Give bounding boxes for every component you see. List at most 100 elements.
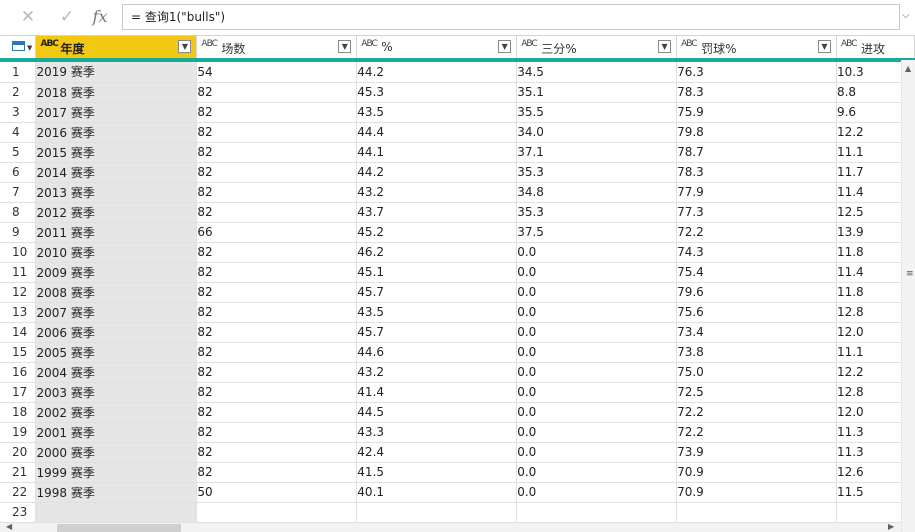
table-cell[interactable]: 73.9 — [676, 442, 837, 463]
table-cell[interactable]: 0.0 — [516, 282, 678, 303]
table-cell[interactable]: 82 — [196, 122, 358, 143]
table-row[interactable]: 22 1998 赛季 50 40.1 0.0 70.9 11.5 — [0, 482, 915, 503]
table-cell[interactable]: 43.7 — [356, 202, 518, 223]
table-cell[interactable]: 75.9 — [676, 102, 837, 123]
table-cell[interactable]: 35.5 — [516, 102, 678, 123]
column-header-1[interactable]: ABC 场数 ▼ — [196, 35, 358, 58]
table-cell[interactable]: 41.4 — [356, 382, 518, 403]
table-cell[interactable]: 74.3 — [676, 242, 837, 263]
table-row[interactable]: 11 2009 赛季 82 45.1 0.0 75.4 11.4 — [0, 262, 915, 283]
table-cell[interactable]: 2003 赛季 — [35, 382, 198, 403]
fx-icon[interactable]: fx — [90, 8, 110, 26]
table-cell[interactable]: 43.3 — [356, 422, 518, 443]
table-cell[interactable]: 0.0 — [516, 262, 678, 283]
table-cell[interactable]: 42.4 — [356, 442, 518, 463]
vertical-scrollbar[interactable]: ▲ ≡ — [901, 60, 915, 532]
table-cell[interactable]: 44.1 — [356, 142, 518, 163]
scroll-right-icon[interactable]: ▶ — [888, 522, 894, 531]
table-cell[interactable]: 1998 赛季 — [35, 482, 198, 503]
table-cell[interactable]: 78.3 — [676, 82, 837, 103]
table-cell[interactable]: 82 — [196, 142, 358, 163]
table-cell[interactable]: 44.4 — [356, 122, 518, 143]
filter-dropdown-icon[interactable]: ▼ — [338, 40, 352, 53]
table-cell[interactable]: 77.9 — [676, 182, 837, 203]
table-row[interactable]: 10 2010 赛季 82 46.2 0.0 74.3 11.8 — [0, 242, 915, 263]
table-row[interactable]: 7 2013 赛季 82 43.2 34.8 77.9 11.4 — [0, 182, 915, 203]
table-cell[interactable]: 2019 赛季 — [35, 62, 198, 83]
table-cell[interactable]: 34.5 — [516, 62, 678, 83]
table-cell[interactable]: 0.0 — [516, 382, 678, 403]
table-cell[interactable]: 79.6 — [676, 282, 837, 303]
table-cell[interactable]: 2017 赛季 — [35, 102, 198, 123]
table-cell[interactable]: 37.1 — [516, 142, 678, 163]
table-row[interactable]: 18 2002 赛季 82 44.5 0.0 72.2 12.0 — [0, 402, 915, 423]
table-cell[interactable]: 35.3 — [516, 162, 678, 183]
scroll-left-icon[interactable]: ◀ — [6, 522, 12, 531]
scroll-up-icon[interactable]: ▲ — [905, 64, 911, 73]
text-type-icon[interactable]: ABC — [681, 40, 698, 49]
table-cell[interactable]: 43.2 — [356, 182, 518, 203]
table-row[interactable]: 16 2004 赛季 82 43.2 0.0 75.0 12.2 — [0, 362, 915, 383]
table-cell[interactable]: 40.1 — [356, 482, 518, 503]
table-cell[interactable]: 78.3 — [676, 162, 837, 183]
table-cell[interactable]: 2015 赛季 — [35, 142, 198, 163]
table-row[interactable]: 3 2017 赛季 82 43.5 35.5 75.9 9.6 — [0, 102, 915, 123]
table-cell[interactable]: 43.2 — [356, 362, 518, 383]
table-cell[interactable]: 43.5 — [356, 102, 518, 123]
table-cell[interactable]: 2007 赛季 — [35, 302, 198, 323]
table-cell[interactable]: 43.5 — [356, 302, 518, 323]
table-cell[interactable]: 0.0 — [516, 362, 678, 383]
horizontal-scrollbar[interactable]: ◀ ▶ — [0, 522, 901, 532]
filter-dropdown-icon[interactable]: ▼ — [178, 40, 192, 53]
table-cell[interactable]: 45.3 — [356, 82, 518, 103]
table-cell[interactable]: 0.0 — [516, 242, 678, 263]
filter-dropdown-icon[interactable]: ▼ — [817, 40, 831, 53]
table-cell[interactable]: 82 — [196, 182, 358, 203]
table-cell[interactable]: 2006 赛季 — [35, 322, 198, 343]
table-cell[interactable]: 79.8 — [676, 122, 837, 143]
filter-dropdown-icon[interactable]: ▼ — [658, 40, 672, 53]
table-cell[interactable]: 0.0 — [516, 302, 678, 323]
table-cell[interactable]: 0.0 — [516, 402, 678, 423]
table-cell[interactable]: 72.2 — [676, 402, 837, 423]
text-type-icon[interactable]: ABC — [40, 40, 58, 49]
table-cell[interactable]: 50 — [196, 482, 358, 503]
table-cell[interactable]: 82 — [196, 282, 358, 303]
table-cell[interactable]: 44.6 — [356, 342, 518, 363]
table-cell[interactable]: 2008 赛季 — [35, 282, 198, 303]
table-row[interactable]: 21 1999 赛季 82 41.5 0.0 70.9 12.6 — [0, 462, 915, 483]
table-cell[interactable]: 73.4 — [676, 322, 837, 343]
formula-input[interactable]: = 查询1("bulls") — [122, 4, 900, 30]
table-cell[interactable]: 2012 赛季 — [35, 202, 198, 223]
table-cell[interactable]: 45.7 — [356, 282, 518, 303]
table-cell[interactable]: 66 — [196, 222, 358, 243]
table-cell[interactable]: 77.3 — [676, 202, 837, 223]
table-cell[interactable]: 34.8 — [516, 182, 678, 203]
filter-dropdown-icon[interactable]: ▼ — [498, 40, 512, 53]
table-row[interactable]: 13 2007 赛季 82 43.5 0.0 75.6 12.8 — [0, 302, 915, 323]
table-cell[interactable]: 82 — [196, 462, 358, 483]
table-cell[interactable]: 2011 赛季 — [35, 222, 198, 243]
table-cell[interactable]: 75.6 — [676, 302, 837, 323]
table-cell[interactable]: 0.0 — [516, 482, 678, 503]
table-cell[interactable]: 82 — [196, 82, 358, 103]
table-cell[interactable]: 72.2 — [676, 422, 837, 443]
column-header-3[interactable]: ABC 三分% ▼ — [516, 35, 678, 58]
text-type-icon[interactable]: ABC — [361, 40, 378, 49]
column-header-4[interactable]: ABC 罚球% ▼ — [676, 35, 837, 58]
table-cell[interactable]: 2009 赛季 — [35, 262, 198, 283]
table-cell[interactable]: 46.2 — [356, 242, 518, 263]
column-header-0[interactable]: ABC 年度 ▼ — [35, 35, 198, 58]
table-cell[interactable]: 44.2 — [356, 62, 518, 83]
table-row[interactable]: 12 2008 赛季 82 45.7 0.0 79.6 11.8 — [0, 282, 915, 303]
table-cell[interactable]: 82 — [196, 362, 358, 383]
table-cell[interactable]: 45.2 — [356, 222, 518, 243]
table-cell[interactable]: 82 — [196, 242, 358, 263]
table-cell[interactable]: 82 — [196, 402, 358, 423]
table-row[interactable]: 1 2019 赛季 54 44.2 34.5 76.3 10.3 — [0, 62, 915, 83]
table-row[interactable]: 8 2012 赛季 82 43.7 35.3 77.3 12.5 — [0, 202, 915, 223]
table-cell[interactable]: 2001 赛季 — [35, 422, 198, 443]
table-cell[interactable]: 44.2 — [356, 162, 518, 183]
text-type-icon[interactable]: ABC — [521, 40, 538, 49]
table-cell[interactable]: 2005 赛季 — [35, 342, 198, 363]
